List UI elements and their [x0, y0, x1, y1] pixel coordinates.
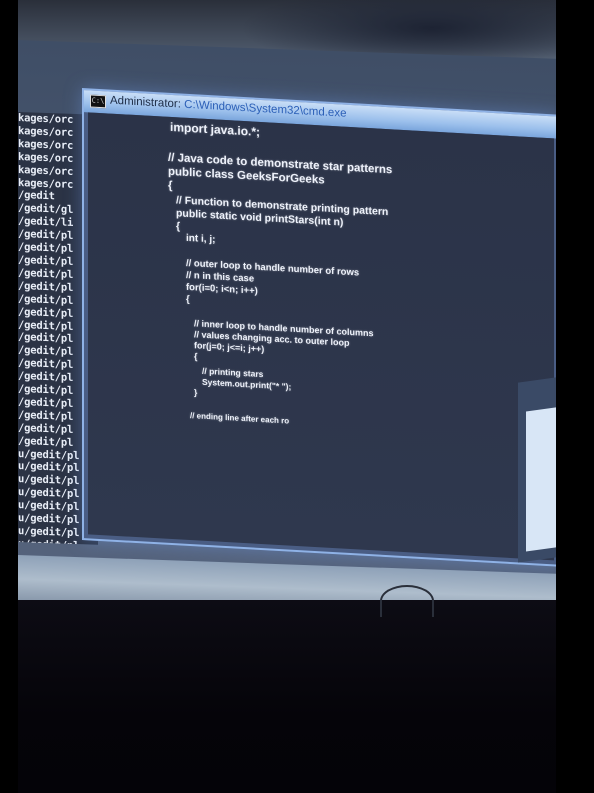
code-variable-declaration: int i, j; — [186, 232, 216, 246]
code-brace: { — [194, 351, 198, 362]
cmd-window[interactable]: C:\ Administrator: C:\Windows\System32\c… — [82, 88, 560, 567]
cable — [380, 585, 434, 617]
code-brace-close: } — [194, 387, 198, 398]
code-print-statement: System.out.print("* "); — [202, 376, 292, 392]
desk-shadow — [18, 600, 556, 793]
code-brace: { — [168, 179, 173, 193]
code-import: import java.io.*; — [170, 119, 261, 139]
left-black-bar — [0, 0, 18, 793]
code-brace: { — [186, 293, 190, 306]
cmd-title-path: C:\Windows\System32\cmd.exe — [184, 98, 347, 120]
code-comment-ending: // ending line after each ro — [190, 411, 290, 426]
cmd-console-body[interactable]: import java.io.*; // Java code to demons… — [88, 112, 554, 561]
photo-scene: kages/orc kages/orc kages/orc kages/orc kage… — [0, 0, 594, 793]
background-window-panel — [526, 407, 556, 552]
background-window-edge — [518, 377, 556, 563]
cmd-title-prefix: Administrator: — [110, 94, 185, 111]
cmd-window-icon: C:\ — [90, 94, 106, 109]
code-brace: { — [176, 220, 181, 233]
right-black-bar — [556, 0, 594, 793]
